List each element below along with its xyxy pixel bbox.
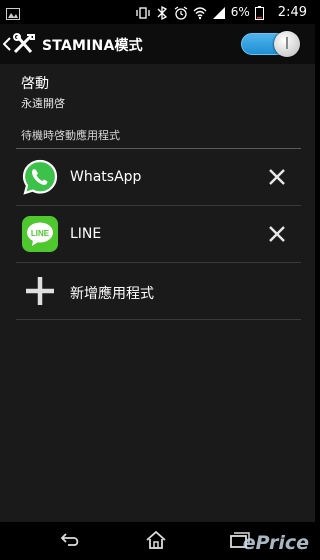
navigation-bar: ePrice [0, 522, 315, 560]
page-title: STAMINA模式 [42, 38, 143, 54]
add-app-row[interactable]: 新增應用程式 [16, 263, 301, 320]
whatsapp-icon [21, 158, 59, 196]
app-row-whatsapp[interactable]: WhatsApp [16, 149, 301, 206]
battery-icon [254, 5, 269, 20]
clock: 2:49 [277, 4, 307, 20]
settings-content: 啓動 永遠開啓 待機時啓動應用程式 WhatsApp LINE LINE 新增應… [0, 64, 315, 522]
wifi-icon [193, 5, 207, 20]
signal-icon [212, 5, 226, 19]
section-header: 待機時啓動應用程式 [21, 129, 120, 142]
activation-title: 啓動 [21, 76, 49, 92]
back-icon[interactable] [60, 531, 82, 553]
vibrate-icon [136, 5, 150, 19]
home-icon[interactable] [145, 530, 167, 553]
remove-whatsapp-icon[interactable] [267, 167, 287, 187]
bluetooth-off-icon [155, 5, 169, 21]
remove-line-icon[interactable] [267, 224, 287, 244]
action-bar: STAMINA模式 [0, 24, 315, 64]
plus-icon [21, 272, 59, 310]
alarm-icon [174, 5, 188, 20]
gallery-notification-icon [6, 5, 20, 24]
app-row-line[interactable]: LINE LINE [16, 206, 301, 263]
watermark: ePrice [242, 532, 309, 554]
status-bar: 6% 2:49 [0, 0, 315, 24]
line-icon: LINE [21, 215, 59, 253]
line-icon-text: LINE [31, 229, 50, 238]
app-name: WhatsApp [70, 169, 142, 185]
settings-tools-icon[interactable] [12, 33, 36, 59]
stamina-mode-toggle[interactable] [241, 31, 300, 57]
app-name: LINE [70, 226, 102, 242]
toggle-knob[interactable] [274, 31, 300, 57]
add-app-label: 新增應用程式 [70, 286, 154, 302]
battery-percent: 6% [230, 5, 250, 19]
back-chevron-icon[interactable] [2, 36, 11, 55]
activation-subtitle: 永遠開啓 [21, 97, 65, 110]
